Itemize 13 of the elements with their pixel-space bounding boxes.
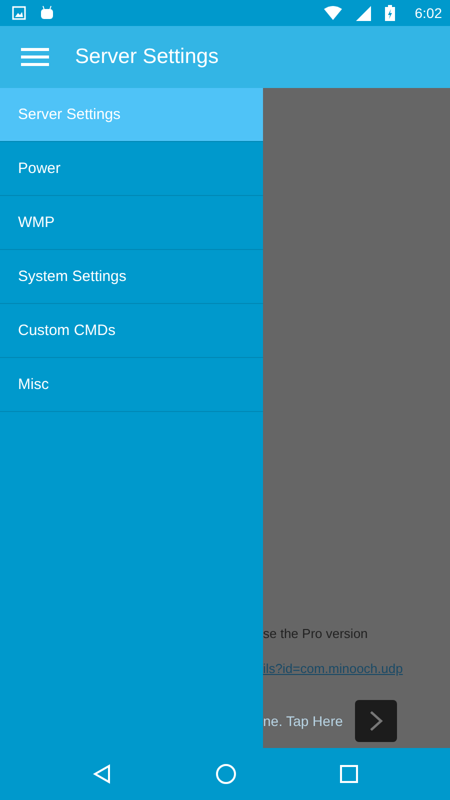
drawer-item[interactable]: Server Settings: [0, 88, 263, 142]
status-time: 6:02: [414, 5, 442, 21]
chevron-right-icon: [368, 710, 383, 732]
app-bar-title: Server Settings: [75, 45, 219, 69]
robot-icon: [40, 5, 54, 21]
signal-icon: [356, 6, 371, 20]
battery-icon: [384, 5, 395, 21]
pro-version-text: se the Pro version: [263, 626, 369, 641]
ad-next-button[interactable]: [354, 700, 397, 742]
image-icon: [12, 6, 26, 20]
ad-text: ne. Tap Here: [263, 713, 343, 729]
store-link[interactable]: ils?id=com.minooch.udp: [263, 661, 450, 676]
wifi-icon: [324, 6, 342, 20]
